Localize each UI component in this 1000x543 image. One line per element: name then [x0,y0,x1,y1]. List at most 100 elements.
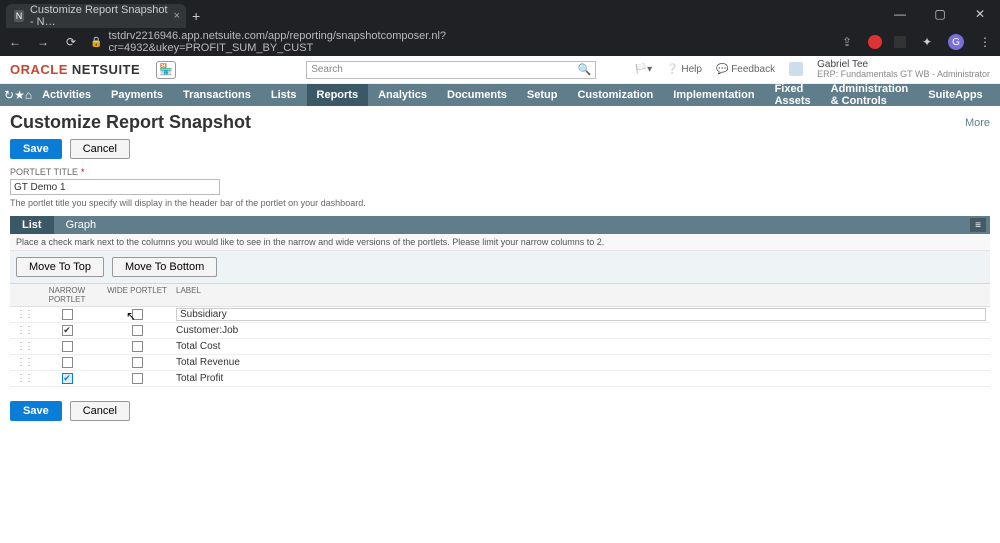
nav-item-administration-controls[interactable]: Administration & Controls [821,84,919,106]
oracle-netsuite-logo: ORACLE NETSUITE [10,62,140,77]
lock-icon: 🔒 [90,37,102,48]
table-row[interactable]: ⋮⋮ Customer:Job [10,323,990,339]
tab-menu-icon[interactable]: ≡ [970,218,986,232]
home-icon[interactable]: ⌂ [25,84,32,106]
list-instructions: Place a check mark next to the columns y… [10,234,990,251]
nav-item-suiteapps[interactable]: SuiteApps [918,84,992,106]
window-maximize[interactable]: ▢ [920,0,960,28]
cancel-button-bottom[interactable]: Cancel [70,401,130,421]
ext-icon-1[interactable] [868,35,882,49]
wide-checkbox[interactable] [132,341,143,352]
window-controls: — ▢ ✕ [880,0,1000,28]
drag-handle-icon[interactable]: ⋮⋮ [16,357,32,368]
tab-graph[interactable]: Graph [54,216,109,234]
user-avatar[interactable] [789,62,803,76]
nav-item-setup[interactable]: Setup [517,84,568,106]
table-row[interactable]: ⋮⋮ Subsidiary [10,307,990,323]
nav-item-implementation[interactable]: Implementation [663,84,764,106]
drag-handle-icon[interactable]: ⋮⋮ [16,373,32,384]
drag-handle-icon[interactable]: ⋮⋮ [16,309,32,320]
row-label-input[interactable]: Subsidiary [176,308,986,321]
main-nav: ↻ ★ ⌂ ActivitiesPaymentsTransactionsList… [0,84,1000,106]
new-tab-button[interactable]: + [192,8,200,24]
tab-close-icon[interactable]: × [174,10,180,22]
search-icon: 🔍 [577,63,591,76]
wide-checkbox[interactable] [132,325,143,336]
nav-item-transactions[interactable]: Transactions [173,84,261,106]
role-switcher-icon[interactable]: 🏪 [156,61,176,79]
cancel-button[interactable]: Cancel [70,139,130,159]
nav-item-analytics[interactable]: Analytics [368,84,437,106]
portlet-title-label: PORTLET TITLE* [10,167,990,177]
search-placeholder: Search [311,64,343,75]
back-button[interactable]: ← [6,33,24,51]
col-head-label: LABEL [172,286,990,304]
global-search[interactable]: Search 🔍 [306,61,596,79]
row-label: Total Profit [172,373,990,384]
share-icon[interactable]: ⇪ [838,33,856,51]
app-header: ORACLE NETSUITE 🏪 Search 🔍 🏳️▾ ❔ Help 💬 … [0,56,1000,84]
narrow-checkbox[interactable] [62,341,73,352]
row-label: Customer:Job [172,325,990,336]
nav-item-reports[interactable]: Reports [307,84,369,106]
address-bar[interactable]: 🔒 tstdrv2216946.app.netsuite.com/app/rep… [90,30,510,54]
subsidiary-picker-icon[interactable]: 🏳️▾ [635,64,652,75]
wide-checkbox[interactable] [132,309,143,320]
table-row[interactable]: ⋮⋮ Total Profit [10,371,990,387]
narrow-checkbox[interactable] [62,357,73,368]
tab-title: Customize Report Snapshot - N… [30,4,168,28]
nav-item-activities[interactable]: Activities [32,84,101,106]
recent-icon[interactable]: ↻ [4,84,14,106]
col-head-wide: WIDE PORTLET [102,286,172,304]
forward-button[interactable]: → [34,33,52,51]
drag-handle-icon[interactable]: ⋮⋮ [16,325,32,336]
user-role: ERP: Fundamentals GT WB - Administrator [817,70,990,80]
col-head-narrow: NARROW PORTLET [32,286,102,304]
nav-item-lists[interactable]: Lists [261,84,307,106]
nav-item-payments[interactable]: Payments [101,84,173,106]
row-label: Total Cost [172,341,990,352]
more-link[interactable]: More [965,117,990,129]
drag-handle-icon[interactable]: ⋮⋮ [16,341,32,352]
move-to-bottom-button[interactable]: Move To Bottom [112,257,217,277]
wide-checkbox[interactable] [132,373,143,384]
oracle-word: ORACLE [10,62,68,77]
ext-icon-2[interactable] [894,36,906,48]
window-minimize[interactable]: — [880,0,920,28]
user-role-block[interactable]: Gabriel Tee ERP: Fundamentals GT WB - Ad… [817,59,990,80]
url-text: tstdrv2216946.app.netsuite.com/app/repor… [108,30,510,54]
column-headers: NARROW PORTLET WIDE PORTLET LABEL [10,284,990,307]
narrow-checkbox[interactable] [62,309,73,320]
tab-favicon: N [14,10,24,22]
nav-item-fixed-assets[interactable]: Fixed Assets [765,84,821,106]
narrow-checkbox[interactable] [62,325,73,336]
nav-item-support[interactable]: Support [993,84,1000,106]
nav-item-customization[interactable]: Customization [567,84,663,106]
portlet-title-input[interactable] [10,179,220,195]
row-label: Total Revenue [172,357,990,368]
star-icon[interactable]: ★ [14,84,25,106]
narrow-checkbox[interactable] [62,373,73,384]
help-link[interactable]: ❔ Help [666,64,702,75]
portlet-title-help: The portlet title you specify will displ… [10,198,990,208]
feedback-link[interactable]: 💬 Feedback [716,64,775,75]
reload-button[interactable]: ⟳ [62,33,80,51]
nav-item-documents[interactable]: Documents [437,84,517,106]
window-close[interactable]: ✕ [960,0,1000,28]
avatar-icon[interactable]: G [948,34,964,50]
wide-checkbox[interactable] [132,357,143,368]
list-toolbar: Move To Top Move To Bottom [10,251,990,284]
netsuite-word: NETSUITE [72,62,140,77]
save-button[interactable]: Save [10,139,62,159]
chrome-menu-icon[interactable]: ⋮ [976,33,994,51]
save-button-bottom[interactable]: Save [10,401,62,421]
table-row[interactable]: ⋮⋮ Total Cost [10,339,990,355]
table-row[interactable]: ⋮⋮ Total Revenue [10,355,990,371]
page-title: Customize Report Snapshot [10,112,251,133]
tab-list[interactable]: List [10,216,54,234]
move-to-top-button[interactable]: Move To Top [16,257,104,277]
browser-tab-active[interactable]: N Customize Report Snapshot - N… × [6,4,186,28]
sub-tab-bar: List Graph ≡ [10,216,990,234]
page-content: Customize Report Snapshot More Save Canc… [0,106,1000,427]
extensions-icon[interactable]: ✦ [918,33,936,51]
